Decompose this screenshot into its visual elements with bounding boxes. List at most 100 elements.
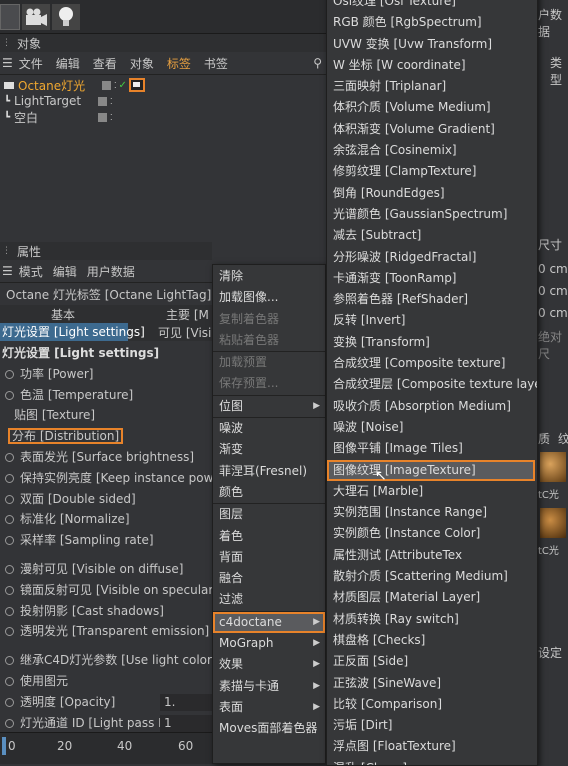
keyframe-dot-icon[interactable]	[5, 606, 14, 616]
submenu-item-gaussian-spectrum[interactable]: 光谱颜色 [GaussianSpectrum]	[327, 204, 537, 225]
submenu-item-float-texture[interactable]: 浮点图 [FloatTexture]	[327, 736, 537, 757]
octane-light-tag-icon[interactable]	[128, 78, 145, 92]
submenu-item-ray-switch[interactable]: 材质转换 [Ray switch]	[327, 609, 537, 630]
submenu-item-instance-range[interactable]: 实例范围 [Instance Range]	[327, 502, 537, 523]
keyframe-dot-icon[interactable]	[5, 585, 14, 595]
submenu-item-dirt[interactable]: 污垢 [Dirt]	[327, 715, 537, 736]
submenu-item-material-layer[interactable]: 材质图层 [Material Layer]	[327, 587, 537, 608]
material-tab[interactable]: 质	[538, 430, 550, 447]
menu-bookmarks[interactable]: 书签	[204, 55, 228, 72]
submenu-item-noise[interactable]: 噪波 [Noise]	[327, 417, 537, 438]
submenu-item-cosinemix[interactable]: 余弦混合 [Cosinemix]	[327, 140, 537, 161]
size-y-value[interactable]: 0 cm	[538, 284, 568, 298]
submenu-item-triplanar[interactable]: 三面映射 [Triplanar]	[327, 76, 537, 97]
user-data-tab[interactable]: 户数据	[538, 6, 568, 40]
submenu-item-round-edges[interactable]: 倒角 [RoundEdges]	[327, 183, 537, 204]
submenu-item-w-coordinate[interactable]: W 坐标 [W coordinate]	[327, 55, 537, 76]
menu-file[interactable]: 文件	[19, 55, 43, 72]
menu-edit[interactable]: 编辑	[56, 55, 80, 72]
submenu-item-transform[interactable]: 变换 [Transform]	[327, 332, 537, 353]
opacity-input[interactable]: 1.	[160, 693, 212, 711]
object-label[interactable]: Octane灯光	[18, 77, 102, 94]
keyframe-dot-icon[interactable]	[5, 697, 14, 707]
menu-item-color[interactable]: 颜色	[213, 482, 325, 503]
keyframe-dot-icon[interactable]	[5, 536, 14, 546]
attr-cast-shadows[interactable]: 投射阴影 [Cast shadows]	[0, 601, 212, 622]
attr-visible-specular[interactable]: 镜面反射可见 [Visible on specular]	[0, 580, 218, 601]
keyframe-dot-icon[interactable]	[5, 564, 14, 574]
menu-item-fusion[interactable]: 融合	[213, 568, 325, 589]
menu-item-colorizer[interactable]: 着色	[213, 526, 325, 547]
submenu-item-scattering-medium[interactable]: 散射介质 [Scattering Medium]	[327, 566, 537, 587]
object-row-null[interactable]: ┗ 空白 ⁚	[0, 109, 326, 125]
dots-icon[interactable]: ⁚	[110, 113, 113, 122]
attr-surface-brightness[interactable]: 表面发光 [Surface brightness]	[0, 447, 212, 468]
attr-use-light-color[interactable]: 继承C4D灯光参数 [Use light color]	[0, 650, 217, 671]
tab-visibility[interactable]: 可见 [Visi	[128, 324, 211, 341]
keyframe-dot-icon[interactable]	[5, 452, 14, 462]
light-pass-id-input[interactable]: 1	[160, 714, 212, 732]
attr-light-pass-id[interactable]: 灯光通道 ID [Light pass ID] 1	[0, 713, 212, 734]
tab-basic[interactable]: 基本	[0, 306, 126, 323]
timeline-ruler[interactable]: 0 20 40 60	[0, 732, 212, 764]
submenu-item-absorption-medium[interactable]: 吸收介质 [Absorption Medium]	[327, 396, 537, 417]
menu-tags[interactable]: 标签	[167, 55, 191, 72]
menu-item-c4doctane[interactable]: c4doctane ▶	[213, 611, 325, 634]
menu-item-moves-face-shader[interactable]: Moves面部着色器	[213, 718, 325, 739]
dots-icon[interactable]: ⁚	[114, 81, 117, 90]
tab-light-settings[interactable]: 灯光设置 [Light settings]	[0, 323, 145, 341]
menu-user-data[interactable]: 用户数据	[87, 263, 135, 280]
panel-grip-icon[interactable]: ⋮	[2, 246, 11, 256]
object-row-octane-light[interactable]: Octane灯光 ⁚ ✓	[0, 77, 326, 93]
menu-item-mograph[interactable]: MoGraph ▶	[213, 633, 325, 654]
attr-label[interactable]: 分布 [Distribution]	[8, 428, 124, 445]
enabled-check-icon[interactable]: ✓	[119, 80, 127, 91]
submenu-item-checks[interactable]: 棋盘格 [Checks]	[327, 630, 537, 651]
menu-item-noise[interactable]: 噪波	[213, 418, 325, 439]
submenu-item-volume-medium[interactable]: 体积介质 [Volume Medium]	[327, 97, 537, 118]
visibility-toggle-icon[interactable]	[102, 80, 111, 90]
object-label[interactable]: 空白	[14, 109, 98, 126]
keyframe-dot-icon[interactable]	[5, 494, 14, 504]
camera-icon[interactable]	[22, 4, 50, 30]
menu-object[interactable]: 对象	[130, 55, 154, 72]
submenu-item-volume-gradient[interactable]: 体积渐变 [Volume Gradient]	[327, 119, 537, 140]
menu-item-clear[interactable]: 清除	[213, 266, 325, 287]
menu-item-bitmap[interactable]: 位图 ▶	[213, 396, 325, 417]
menu-edit[interactable]: 编辑	[53, 263, 77, 280]
attr-distribution[interactable]: 分布 [Distribution]	[0, 426, 212, 447]
menu-item-surfaces[interactable]: 表面 ▶	[213, 697, 325, 718]
submenu-item-attribute-tex[interactable]: 属性测试 [AttributeTex	[327, 545, 537, 566]
tab-main[interactable]: 主要 [M	[126, 306, 209, 323]
submenu-item-image-tiles[interactable]: 图像平铺 [Image Tiles]	[327, 438, 537, 459]
submenu-item-instance-color[interactable]: 实例颜色 [Instance Color]	[327, 523, 537, 544]
material-thumb-2[interactable]	[540, 508, 566, 538]
submenu-item-composite-texture[interactable]: 合成纹理 [Composite texture]	[327, 353, 537, 374]
submenu-item-sine-wave[interactable]: 正弦波 [SineWave]	[327, 673, 537, 694]
submenu-item-rgb-spectrum[interactable]: RGB 颜色 [RgbSpectrum]	[327, 12, 537, 33]
search-icon[interactable]: ⚲	[313, 56, 322, 70]
menu-view[interactable]: 查看	[93, 55, 117, 72]
attr-visible-diffuse[interactable]: 漫射可见 [Visible on diffuse]	[0, 559, 212, 580]
size-x-value[interactable]: 0 cm	[538, 262, 568, 276]
menu-item-layer[interactable]: 图层	[213, 504, 325, 525]
texture-tab[interactable]: 纹	[558, 430, 568, 447]
submenu-item-uvw-transform[interactable]: UVW 变换 [Uvw Transform]	[327, 34, 537, 55]
menu-item-fresnel[interactable]: 菲涅耳(Fresnel)	[213, 461, 325, 482]
attr-transparent-emission[interactable]: 透明发光 [Transparent emission]	[0, 621, 212, 642]
submenu-item-comparison[interactable]: 比较 [Comparison]	[327, 694, 537, 715]
submenu-item-ref-shader[interactable]: 参照着色器 [RefShader]	[327, 289, 537, 310]
submenu-item-chaos[interactable]: 混乱 [Chaos]	[327, 758, 537, 765]
keyframe-dot-icon[interactable]	[5, 515, 14, 525]
attr-opacity[interactable]: 透明度 [Opacity] 1.	[0, 692, 212, 713]
submenu-item-image-texture[interactable]: 图像纹理 [ImageTexture] ↖	[327, 459, 535, 484]
attr-keep-instance-power[interactable]: 保持实例亮度 [Keep instance power]	[0, 468, 230, 489]
object-row-lighttarget[interactable]: ┗ LightTarget ⁚	[0, 93, 326, 109]
visibility-toggle-icon[interactable]	[98, 96, 108, 106]
submenu-item-composite-texture-layer[interactable]: 合成纹理层 [Composite texture layer]	[327, 374, 537, 395]
menu-item-backside[interactable]: 背面	[213, 547, 325, 568]
material-thumb-1[interactable]	[540, 452, 566, 482]
menu-item-filter[interactable]: 过滤	[213, 589, 325, 610]
submenu-item-subtract[interactable]: 减去 [Subtract]	[327, 225, 537, 246]
keyframe-dot-icon[interactable]	[5, 656, 14, 666]
